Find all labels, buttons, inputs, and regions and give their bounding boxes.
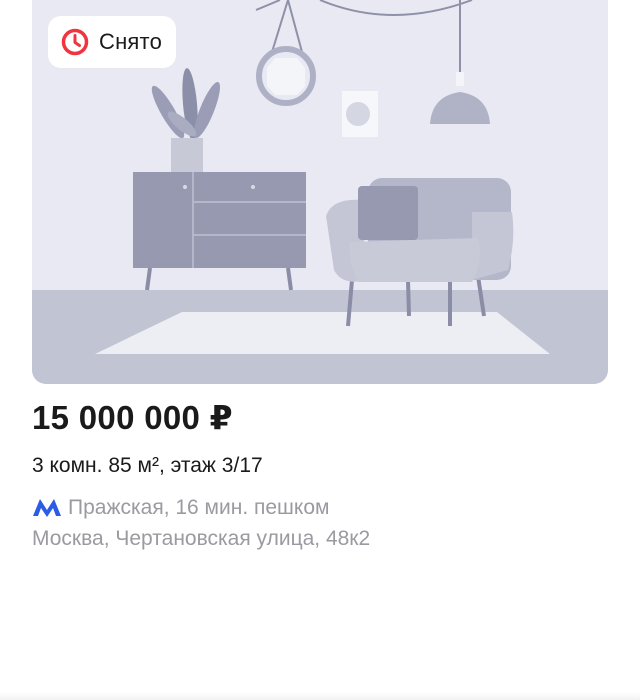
listing-details: 3 комн. 85 м², этаж 3/17 <box>32 454 263 477</box>
clock-icon <box>61 28 89 56</box>
listing-address: Москва, Чертановская улица, 48к2 <box>32 527 371 550</box>
listing-card[interactable]: Снято 15 000 000 ₽ 3 комн. 85 м², этаж 3… <box>0 0 640 700</box>
metro-icon <box>32 497 62 519</box>
status-label: Снято <box>99 29 163 54</box>
divider <box>0 692 640 700</box>
metro-station: Пражская, 16 мин. пешком <box>68 496 330 519</box>
status-badge: Снято <box>48 16 177 68</box>
metro-info: Пражская, 16 мин. пешком <box>32 496 329 520</box>
listing-price: 15 000 000 ₽ <box>32 399 233 436</box>
